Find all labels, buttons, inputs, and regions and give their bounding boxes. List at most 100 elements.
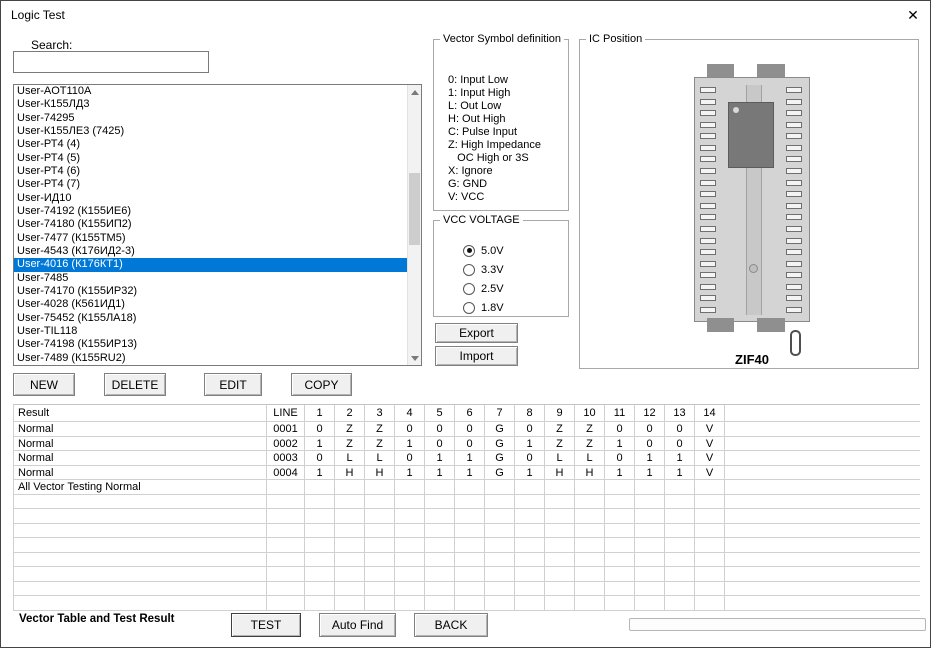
vector-cell: 1 <box>305 437 335 451</box>
device-list-item[interactable]: User-РТ4 (6) <box>14 165 407 178</box>
vector-cell <box>515 582 545 596</box>
radio-icon[interactable] <box>463 302 475 314</box>
vector-cell <box>455 596 485 610</box>
vector-cell <box>545 596 575 610</box>
table-header-cell: 6 <box>455 405 485 421</box>
vector-cell <box>635 509 665 523</box>
radio-icon[interactable] <box>463 264 475 276</box>
vcc-option-2.5V[interactable]: 2.5V <box>463 279 568 298</box>
search-input[interactable] <box>13 51 209 73</box>
table-header-cell: 3 <box>365 405 395 421</box>
device-list-item[interactable]: User-74192 (К155ИЕ6) <box>14 205 407 218</box>
table-row[interactable]: Normal00030LL011G0LL011V <box>14 451 920 466</box>
socket-pin <box>786 145 802 151</box>
vector-cell <box>665 524 695 538</box>
socket-pin <box>700 203 716 209</box>
table-header-cell: Result <box>14 405 267 421</box>
vcc-option-5.0V[interactable]: 5.0V <box>463 241 568 260</box>
radio-icon[interactable] <box>463 283 475 295</box>
device-list-item[interactable]: User-74295 <box>14 112 407 125</box>
vector-cell <box>395 553 425 567</box>
socket-pin <box>700 284 716 290</box>
vector-cell: Z <box>545 422 575 436</box>
device-list-item[interactable]: User-7489 (К155RU2) <box>14 352 407 365</box>
line-cell <box>267 480 305 494</box>
table-row <box>14 553 920 568</box>
auto-find-button[interactable]: Auto Find <box>319 613 396 637</box>
vector-cell <box>515 596 545 610</box>
device-list-item[interactable]: User-7485 <box>14 272 407 285</box>
table-row <box>14 509 920 524</box>
socket-pin <box>700 180 716 186</box>
socket-pin <box>786 99 802 105</box>
table-header-cell: 5 <box>425 405 455 421</box>
back-button[interactable]: BACK <box>414 613 488 637</box>
device-list-item[interactable]: User-74170 (К155ИР32) <box>14 285 407 298</box>
device-list-item[interactable]: User-74180 (К155ИП2) <box>14 218 407 231</box>
line-cell <box>267 596 305 610</box>
vector-cell <box>665 509 695 523</box>
vector-cell <box>365 582 395 596</box>
device-list-item[interactable]: User-4028 (К561ИД1) <box>14 298 407 311</box>
device-list-item[interactable]: User-4543 (К176ИД2-3) <box>14 245 407 258</box>
vcc-option-1.8V[interactable]: 1.8V <box>463 298 568 317</box>
close-icon[interactable]: ✕ <box>900 3 926 27</box>
footer-label: Vector Table and Test Result <box>19 613 175 625</box>
import-button[interactable]: Import <box>435 346 518 366</box>
device-list-item[interactable]: User-TIL118 <box>14 325 407 338</box>
scrollbar-thumb[interactable] <box>409 173 420 245</box>
vcc-option-label: 5.0V <box>481 245 504 257</box>
vector-cell <box>305 582 335 596</box>
copy-button[interactable]: COPY <box>291 373 352 396</box>
vector-cell <box>545 553 575 567</box>
vector-cell <box>635 538 665 552</box>
device-list-item[interactable]: User-ИД10 <box>14 192 407 205</box>
vcc-option-label: 1.8V <box>481 302 504 314</box>
edit-button[interactable]: EDIT <box>204 373 262 396</box>
row-filler <box>725 422 920 436</box>
device-list-item[interactable]: User-РТ4 (4) <box>14 138 407 151</box>
ic-chip <box>728 102 774 168</box>
socket-pin <box>786 156 802 162</box>
device-listbox[interactable]: User-AOT110AUser-К155ЛД3User-74295User-К… <box>13 84 422 366</box>
socket-pin <box>786 284 802 290</box>
table-row[interactable]: Normal00010ZZ000G0ZZ000V <box>14 422 920 437</box>
table-row[interactable]: Normal00041HH111G1HH111V <box>14 466 920 481</box>
vector-cell <box>335 495 365 509</box>
test-button[interactable]: TEST <box>231 613 301 637</box>
progress-bar <box>629 618 926 631</box>
delete-button[interactable]: DELETE <box>104 373 166 396</box>
radio-icon[interactable] <box>463 245 475 257</box>
socket-pin <box>786 168 802 174</box>
scroll-up-icon[interactable] <box>408 85 421 99</box>
device-list-item[interactable]: User-РТ4 (5) <box>14 152 407 165</box>
export-button[interactable]: Export <box>435 323 518 343</box>
vcc-option-3.3V[interactable]: 3.3V <box>463 260 568 279</box>
device-list-item[interactable]: User-РТ4 (7) <box>14 178 407 191</box>
vector-cell <box>695 567 725 581</box>
vector-cell <box>335 596 365 610</box>
device-list-item[interactable]: User-7477 (К155ТМ5) <box>14 232 407 245</box>
table-row[interactable]: Normal00021ZZ100G1ZZ100V <box>14 437 920 452</box>
vcc-options: 5.0V 3.3V2.5V 1.8V <box>463 241 568 317</box>
socket-pin <box>700 133 716 139</box>
socket-pin <box>700 295 716 301</box>
result-cell <box>14 596 267 610</box>
device-list-item[interactable]: User-75452 (К155ЛА18) <box>14 312 407 325</box>
vector-cell: 1 <box>605 466 635 480</box>
device-list-item[interactable]: User-4016 (К176КТ1) <box>14 258 407 271</box>
vector-cell: H <box>575 466 605 480</box>
device-list-scrollbar[interactable] <box>407 85 421 365</box>
new-button[interactable]: NEW <box>13 373 75 396</box>
device-list-item[interactable]: User-AOT110A <box>14 85 407 98</box>
device-list-item[interactable]: User-74198 (К155ИР13) <box>14 338 407 351</box>
device-list-item[interactable]: User-К155ЛЕ3 (7425) <box>14 125 407 138</box>
vector-cell <box>305 596 335 610</box>
vector-cell: 0 <box>455 437 485 451</box>
vector-symbol-line: 0: Input Low <box>448 74 568 87</box>
scroll-down-icon[interactable] <box>408 351 421 365</box>
vector-cell <box>425 524 455 538</box>
result-cell <box>14 567 267 581</box>
device-list-item[interactable]: User-К155ЛД3 <box>14 98 407 111</box>
vector-cell <box>515 509 545 523</box>
